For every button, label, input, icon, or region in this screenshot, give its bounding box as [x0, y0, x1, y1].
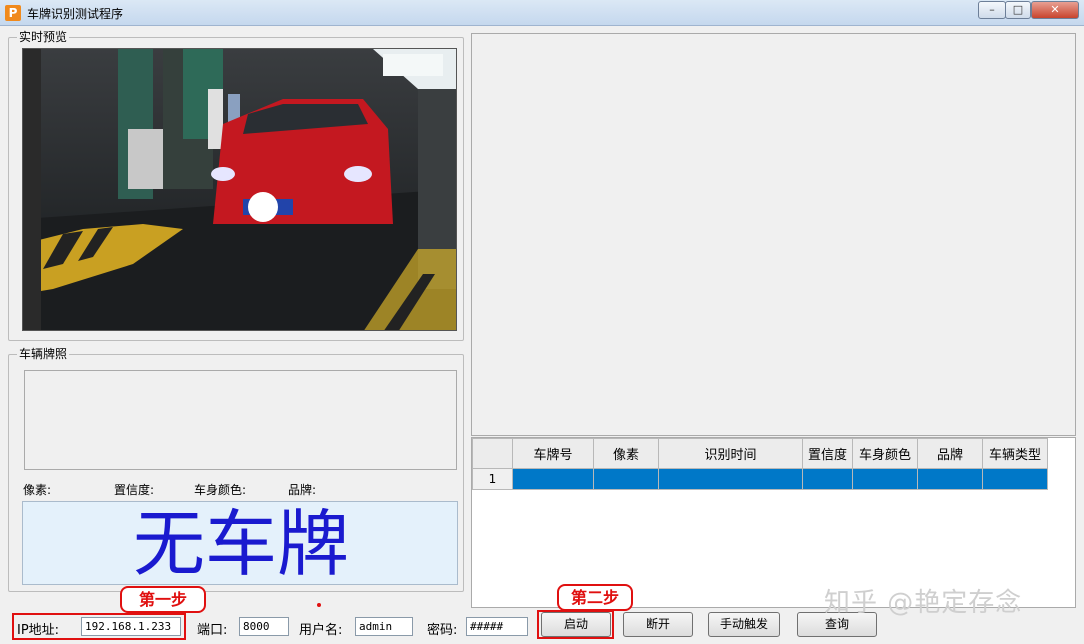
port-field[interactable]: 8000: [239, 617, 289, 636]
table-cell[interactable]: [658, 468, 803, 490]
window-title: 车牌识别测试程序: [27, 7, 124, 21]
capture-image-area: [471, 33, 1076, 436]
red-dot-marker: [317, 603, 321, 607]
table-cell[interactable]: [593, 468, 659, 490]
plate-result-box: 无车牌: [22, 501, 458, 586]
disconnect-button[interactable]: 断开: [623, 612, 693, 637]
table-cell[interactable]: [852, 468, 918, 490]
live-preview-image: [22, 48, 457, 331]
table-cell[interactable]: [982, 468, 1048, 490]
table-cell[interactable]: [917, 468, 983, 490]
pixel-label: 像素:: [23, 483, 52, 497]
table-cell[interactable]: [512, 468, 594, 490]
password-label: 密码:: [427, 623, 458, 638]
column-header[interactable]: 车牌号: [512, 438, 594, 469]
port-label: 端口:: [197, 623, 228, 638]
brand-label: 品牌:: [288, 483, 317, 497]
parking-garage-scene: [23, 49, 456, 330]
password-field[interactable]: #####: [466, 617, 528, 636]
no-plate-text: 无车牌: [132, 502, 349, 586]
minimize-button[interactable]: –: [978, 1, 1006, 19]
confidence-label: 置信度:: [114, 483, 155, 497]
column-header[interactable]: 车辆类型: [982, 438, 1048, 469]
step1-callout: 第一步: [120, 586, 206, 613]
manual-trigger-button[interactable]: 手动触发: [708, 612, 780, 637]
column-header[interactable]: [472, 438, 513, 469]
username-field[interactable]: admin: [355, 617, 413, 636]
table-header-row: 车牌号 像素 识别时间 置信度 车身颜色 品牌 车辆类型: [472, 438, 1048, 469]
column-header[interactable]: 像素: [593, 438, 659, 469]
close-icon: ✕: [1050, 3, 1060, 16]
app-icon: P: [5, 5, 21, 21]
row-index: 1: [472, 468, 513, 490]
column-header[interactable]: 车身颜色: [852, 438, 918, 469]
step1-highlight: [12, 613, 186, 640]
maximize-icon: □: [1012, 3, 1024, 16]
username-label: 用户名:: [299, 623, 343, 638]
column-header[interactable]: 品牌: [917, 438, 983, 469]
close-button[interactable]: ✕: [1031, 1, 1079, 19]
title-bar: P 车牌识别测试程序 – □ ✕: [0, 0, 1084, 26]
watermark: 知乎 @艳定存念: [824, 588, 1023, 618]
preview-legend: 实时预览: [17, 30, 70, 44]
column-header[interactable]: 识别时间: [658, 438, 803, 469]
table-row[interactable]: 1: [472, 468, 1048, 490]
body-color-label: 车身颜色:: [194, 483, 247, 497]
maximize-button[interactable]: □: [1005, 1, 1031, 19]
plate-image: [24, 370, 457, 470]
step2-highlight: [537, 610, 614, 639]
plate-legend: 车辆牌照: [17, 347, 70, 361]
column-header[interactable]: 置信度: [802, 438, 853, 469]
minimize-icon: –: [989, 3, 995, 16]
table-cell[interactable]: [802, 468, 853, 490]
results-table: 车牌号 像素 识别时间 置信度 车身颜色 品牌 车辆类型 1: [472, 438, 1048, 490]
step2-callout: 第二步: [557, 584, 633, 611]
